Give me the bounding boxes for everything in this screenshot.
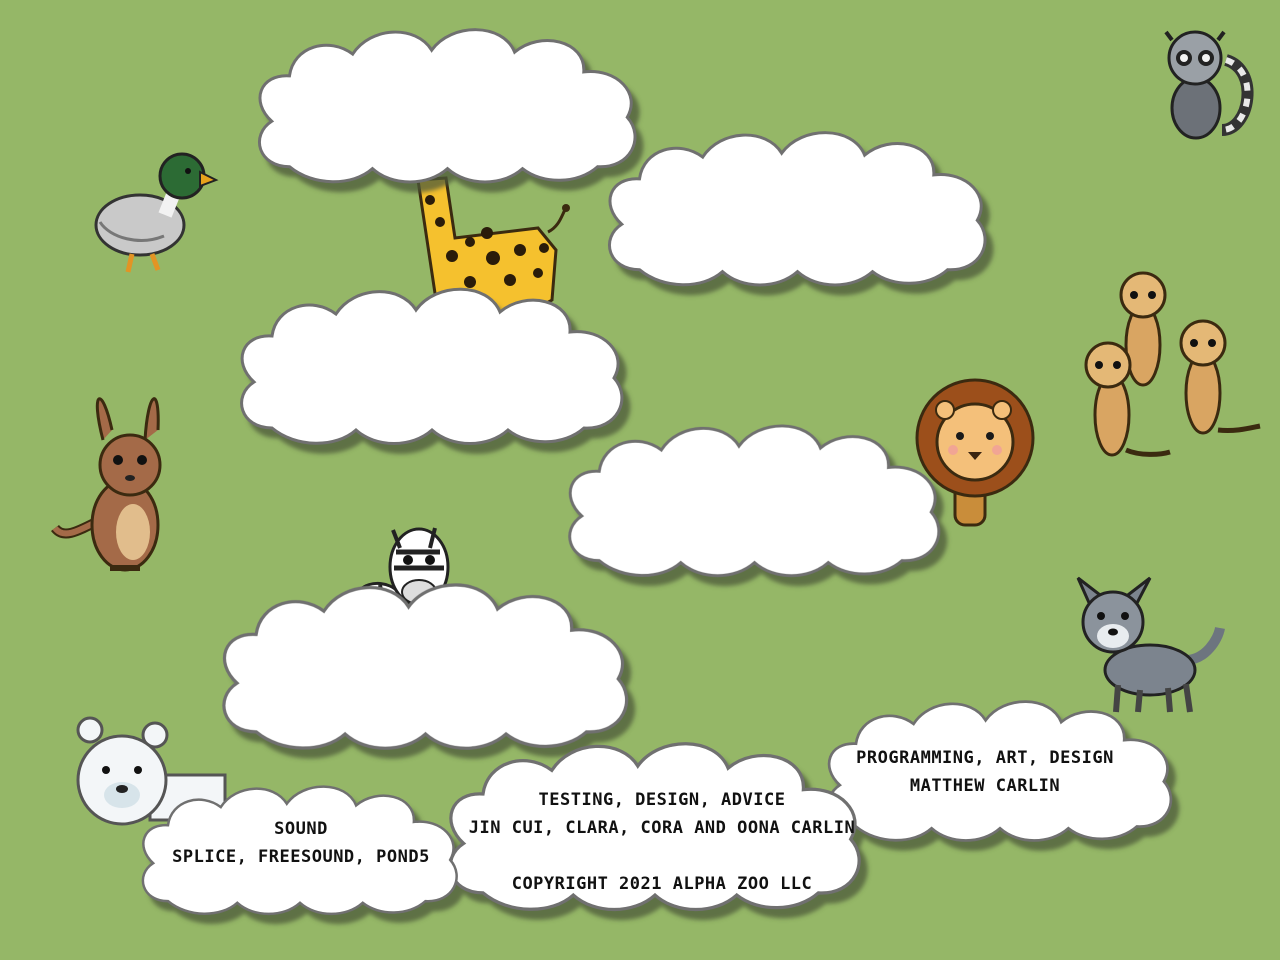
copyright-text: COPYRIGHT 2021 ALPHA ZOO LLC: [511, 874, 813, 894]
kangaroo-sprite: [51, 397, 162, 572]
wolf-sprite: [1076, 576, 1225, 713]
cloud-1: [257, 28, 637, 184]
cloud-4: [568, 424, 941, 578]
credit-sound: SOUND SPLICE, FREESOUND, POND5: [160, 815, 442, 871]
cloud-5: [222, 583, 629, 750]
credit-testing-names: JIN CUI, CLARA, CORA AND OONA CARLIN: [468, 818, 856, 838]
duck-sprite: [94, 152, 219, 273]
credit-copyright: COPYRIGHT 2021 ALPHA ZOO LLC: [462, 870, 862, 898]
lemur-sprite: [1164, 30, 1254, 140]
cloud-2: [607, 131, 987, 287]
meerkats-sprite: [1084, 271, 1261, 457]
credit-programming-names: MATTHEW CARLIN: [909, 776, 1061, 796]
credit-sound-names: SPLICE, FREESOUND, POND5: [172, 847, 430, 867]
credit-sound-title: SOUND: [274, 819, 328, 839]
credit-programming-title: PROGRAMMING, ART, DESIGN: [856, 748, 1114, 768]
credit-programming: PROGRAMMING, ART, DESIGN MATTHEW CARLIN: [850, 744, 1120, 800]
credit-testing: TESTING, DESIGN, ADVICE JIN CUI, CLARA, …: [462, 786, 862, 842]
credit-testing-title: TESTING, DESIGN, ADVICE: [538, 790, 786, 810]
empty-clouds: [222, 28, 987, 750]
cloud-3: [239, 287, 624, 446]
